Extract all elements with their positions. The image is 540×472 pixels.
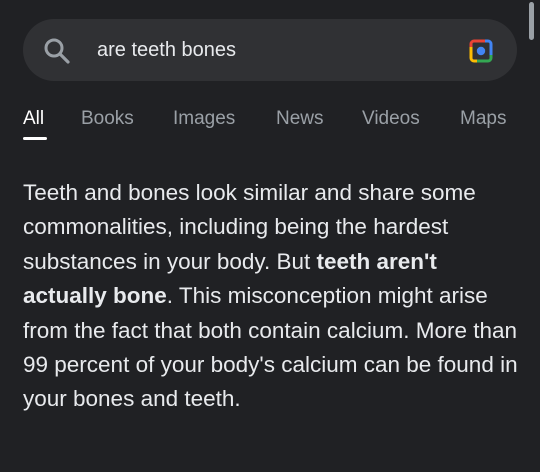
tab-books[interactable]: Books [81, 104, 134, 134]
google-lens-icon[interactable] [468, 38, 494, 64]
scrollbar[interactable] [529, 2, 534, 40]
active-tab-indicator [23, 137, 47, 140]
featured-snippet: Teeth and bones look similar and share s… [23, 176, 518, 417]
tab-images[interactable]: Images [173, 104, 235, 134]
tab-all[interactable]: All [23, 104, 44, 134]
search-results-page: are teeth bones All Books Images News Vi… [0, 0, 540, 472]
search-input[interactable]: are teeth bones [97, 19, 236, 81]
tab-videos[interactable]: Videos [362, 104, 420, 134]
tab-news[interactable]: News [276, 104, 324, 134]
search-tabs: All Books Images News Videos Maps [0, 104, 540, 144]
search-icon[interactable] [43, 37, 71, 65]
search-bar[interactable]: are teeth bones [23, 19, 517, 81]
tab-maps[interactable]: Maps [460, 104, 506, 134]
